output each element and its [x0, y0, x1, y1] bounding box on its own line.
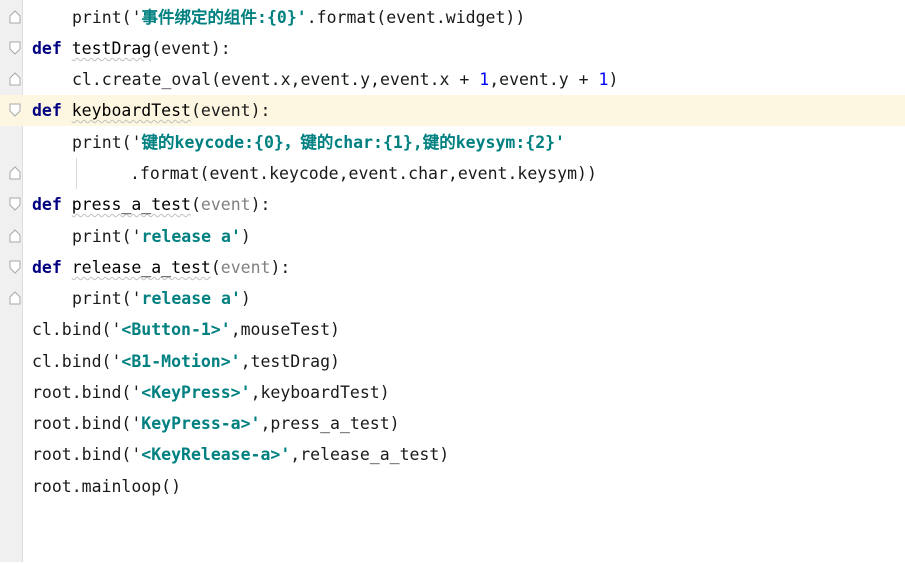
- code-line-2[interactable]: def testDrag(event):: [0, 33, 905, 64]
- code-line-11[interactable]: cl.bind('<Button-1>',mouseTest): [0, 314, 905, 345]
- code-editor[interactable]: print('事件绑定的组件:{0}'.format(event.widget)…: [0, 0, 905, 562]
- fold-start-icon[interactable]: [9, 103, 21, 117]
- code-token: ,testDrag): [240, 352, 340, 371]
- lightbulb-icon[interactable]: [41, 71, 114, 122]
- code-line-3[interactable]: cl.create_oval(event.x,event.y,event.x +…: [0, 64, 905, 122]
- code-token: ,release_a_test): [290, 445, 450, 464]
- code-line-5[interactable]: print('键的keycode:{0}，键的char:{1},键的keysym…: [0, 127, 905, 158]
- code-token-param: event: [200, 195, 251, 214]
- code-token-kw: def: [32, 258, 62, 277]
- code-token: root.bind(': [32, 445, 142, 464]
- code-token-kw: def: [32, 39, 62, 58]
- code-token-str: <KeyRelease-a>': [141, 445, 291, 464]
- code-line-10[interactable]: print('release a'): [0, 283, 905, 314]
- code-text: root.bind('KeyPress-a>',press_a_test): [32, 408, 400, 439]
- code-token-str: release a': [141, 227, 241, 246]
- indent-guide: [76, 158, 77, 189]
- code-token-str: 事件绑定的组件:{0}': [141, 8, 307, 27]
- code-token: root.bind(': [32, 383, 142, 402]
- code-token-num: 1: [598, 70, 609, 89]
- code-line-9[interactable]: def release_a_test(event):: [0, 252, 905, 283]
- code-text: cl.bind('<B1-Motion>',testDrag): [32, 346, 340, 377]
- code-token: ,mouseTest): [230, 320, 340, 339]
- code-token-str: KeyPress-a>': [141, 414, 261, 433]
- code-token: cl.create_oval(event.x,event.y,event.x +: [72, 70, 480, 89]
- code-line-12[interactable]: cl.bind('<B1-Motion>',testDrag): [0, 346, 905, 377]
- code-token: (: [210, 258, 221, 277]
- fold-start-icon[interactable]: [9, 41, 21, 55]
- code-token: print(': [72, 289, 142, 308]
- code-token: ):: [270, 258, 291, 277]
- code-text: .format(event.keycode,event.char,event.k…: [130, 158, 597, 189]
- code-line-7[interactable]: def press_a_test(event):: [0, 189, 905, 220]
- code-token: ,keyboardTest): [250, 383, 390, 402]
- code-token: ): [608, 70, 619, 89]
- code-token-str: <KeyPress>': [141, 383, 251, 402]
- code-token: print(': [72, 133, 142, 152]
- code-token: print(': [72, 8, 142, 27]
- code-text: def release_a_test(event):: [32, 252, 290, 283]
- fold-end-icon[interactable]: [9, 72, 21, 86]
- code-text: print('事件绑定的组件:{0}'.format(event.widget)…: [72, 2, 525, 33]
- code-token: (: [190, 195, 201, 214]
- fold-start-icon[interactable]: [9, 260, 21, 274]
- code-token: cl.bind(': [32, 352, 122, 371]
- code-token: (event):: [190, 101, 271, 120]
- code-line-13[interactable]: root.bind('<KeyPress>',keyboardTest): [0, 377, 905, 408]
- code-text: def press_a_test(event):: [32, 189, 270, 220]
- code-token: print(': [72, 227, 142, 246]
- code-line-8[interactable]: print('release a'): [0, 221, 905, 252]
- code-token-kw: def: [32, 101, 62, 120]
- code-text: print('release a'): [72, 283, 251, 314]
- code-text: def keyboardTest(event):: [32, 95, 270, 126]
- code-text: print('键的keycode:{0}，键的char:{1},键的keysym…: [72, 127, 565, 158]
- code-token: (event):: [151, 39, 231, 58]
- code-token: ): [240, 227, 251, 246]
- code-token-str: <B1-Motion>': [121, 352, 241, 371]
- code-token: .format(event.widget)): [306, 8, 526, 27]
- fold-end-icon[interactable]: [9, 166, 21, 180]
- code-line-6[interactable]: .format(event.keycode,event.char,event.k…: [0, 158, 905, 189]
- code-token-str: <Button-1>': [121, 320, 231, 339]
- code-token-num: 1: [479, 70, 490, 89]
- code-line-16[interactable]: root.mainloop(): [0, 471, 905, 502]
- code-token: ,press_a_test): [260, 414, 400, 433]
- code-line-4[interactable]: def keyboardTest(event):: [0, 95, 905, 126]
- code-token-kw: def: [32, 195, 62, 214]
- code-token: root.mainloop(): [32, 477, 182, 496]
- code-token-str: 键的keycode:{0}，键的char:{1},键的keysym:{2}': [141, 133, 565, 152]
- code-line-14[interactable]: root.bind('KeyPress-a>',press_a_test): [0, 408, 905, 439]
- code-token: ): [240, 289, 251, 308]
- code-token-fname: release_a_test: [71, 258, 211, 277]
- code-text: root.bind('<KeyRelease-a>',release_a_tes…: [32, 439, 449, 470]
- code-token: cl.bind(': [32, 320, 122, 339]
- code-text: def testDrag(event):: [32, 33, 231, 64]
- code-token: ,event.y +: [489, 70, 599, 89]
- code-token-fname: press_a_test: [71, 195, 191, 214]
- code-token-str: release a': [141, 289, 241, 308]
- code-line-15[interactable]: root.bind('<KeyRelease-a>',release_a_tes…: [0, 439, 905, 470]
- fold-end-icon[interactable]: [9, 229, 21, 243]
- fold-start-icon[interactable]: [9, 197, 21, 211]
- code-token-fname: testDrag: [71, 39, 152, 58]
- code-token: .format(event.keycode,event.char,event.k…: [130, 164, 597, 183]
- code-token-fname: keyboardTest: [71, 101, 191, 120]
- code-text: root.bind('<KeyPress>',keyboardTest): [32, 377, 390, 408]
- code-text: root.mainloop(): [32, 471, 181, 502]
- code-token-param: event: [220, 258, 271, 277]
- code-token: ):: [250, 195, 271, 214]
- fold-end-icon[interactable]: [9, 10, 21, 24]
- code-text: cl.bind('<Button-1>',mouseTest): [32, 314, 340, 345]
- code-text: print('release a'): [72, 221, 251, 252]
- code-line-1[interactable]: print('事件绑定的组件:{0}'.format(event.widget)…: [0, 2, 905, 33]
- code-text: cl.create_oval(event.x,event.y,event.x +…: [72, 64, 618, 95]
- fold-end-icon[interactable]: [9, 291, 21, 305]
- code-token: root.bind(': [32, 414, 142, 433]
